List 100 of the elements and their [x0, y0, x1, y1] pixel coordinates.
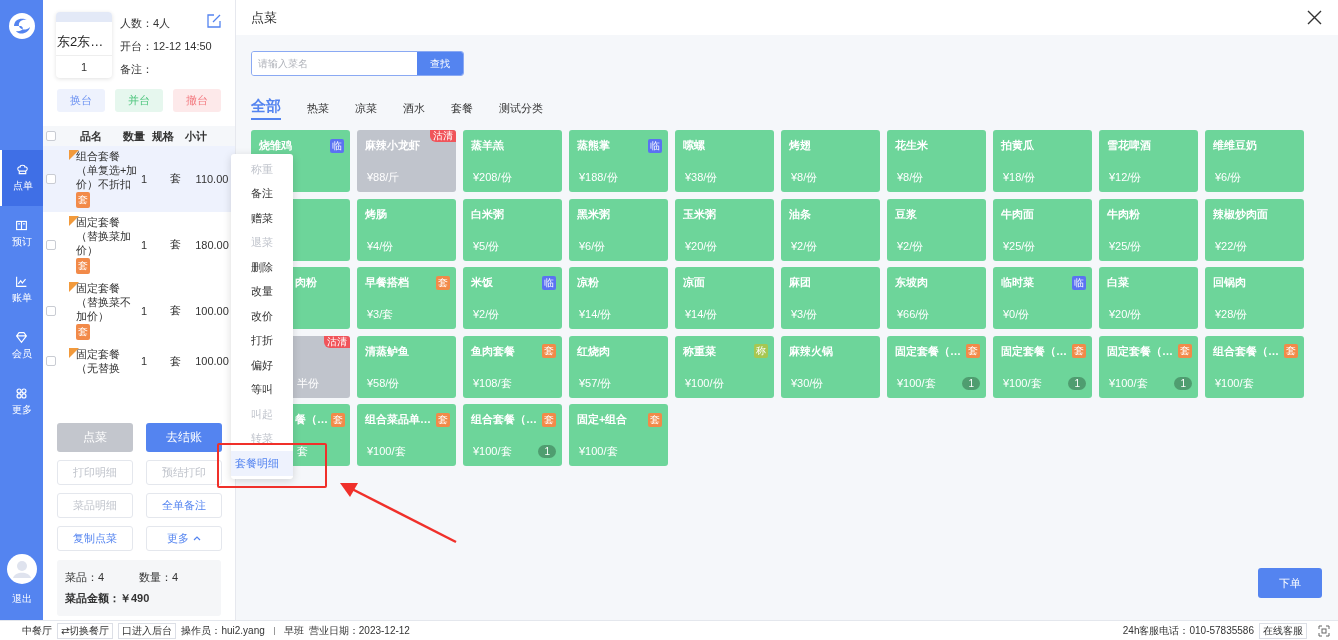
dish-card[interactable]: 蒸熊掌 临 ¥188/份 [569, 130, 668, 192]
close-icon[interactable] [1307, 10, 1322, 25]
dish-card[interactable]: 油条 ¥2/份 [781, 198, 880, 261]
dish-card[interactable]: 组合套餐（… 套 ¥100/套 [1205, 335, 1304, 398]
dish-card[interactable]: 清蒸鲈鱼 ¥58/份 [357, 335, 456, 398]
dish-card[interactable]: 牛肉面 ¥25/份 [993, 198, 1092, 261]
dish-card[interactable]: 维维豆奶 ¥6/份 [1205, 130, 1304, 192]
unit-cell-text: 套 [168, 171, 182, 186]
corner-flag-icon [69, 282, 79, 292]
dish-card[interactable]: 辣椒炒肉面 ¥22/份 [1205, 198, 1304, 261]
dish-card[interactable]: 拍黄瓜 ¥18/份 [993, 130, 1092, 192]
row-checkbox[interactable] [46, 356, 56, 366]
category-tab[interactable]: 酒水 [403, 101, 425, 120]
backend-button[interactable]: 口进入后台 [118, 622, 177, 639]
dish-name: 东坡肉 [895, 275, 928, 290]
dish-price: ¥100/套 [1003, 375, 1042, 391]
dish-card[interactable]: 烤翅 ¥8/份 [781, 130, 880, 192]
dish-card[interactable]: 组合套餐（… 套 ¥100/套 1 [463, 404, 562, 466]
dish-card[interactable]: 回锅肉 ¥28/份 [1205, 267, 1304, 329]
amount-total: 菜品金额：￥490 [65, 591, 151, 606]
nav-item[interactable]: 更多 [0, 374, 43, 430]
dish-card[interactable]: 东坡肉 ¥66/份 [887, 267, 986, 329]
qty-cell-text: 1 [139, 172, 149, 185]
dish-card[interactable]: 花生米 ¥8/份 [887, 130, 986, 192]
dish-card[interactable]: 固定+组合 套 ¥100/套 [569, 404, 668, 466]
table-action-button[interactable]: 并台 [115, 89, 163, 112]
edit-icon[interactable] [207, 14, 221, 28]
dish-price: ¥108/套 [473, 375, 512, 391]
row-checkbox[interactable] [46, 305, 56, 316]
dish-tag: 套 [542, 344, 556, 358]
support-button[interactable]: 在线客服 [1259, 622, 1307, 639]
logout-link[interactable]: 退出 [11, 592, 32, 606]
nav-item[interactable]: 点单 [0, 150, 43, 206]
dish-card[interactable]: 白菜 ¥20/份 [1099, 267, 1198, 329]
category-tab[interactable]: 热菜 [307, 101, 329, 120]
dish-card[interactable]: 豆浆 ¥2/份 [887, 198, 986, 261]
dish-tag: 套 [542, 412, 556, 427]
dish-name: 麻团 [789, 275, 811, 290]
action-button[interactable]: 去结账 [146, 423, 222, 452]
row-checkbox[interactable] [46, 239, 56, 250]
dish-card[interactable]: 称重菜 称 ¥100/份 [675, 335, 774, 398]
dish-card[interactable]: 烤肠 ¥4/份 [357, 198, 456, 261]
dish-name: 组合套餐（单复选+加价）不折扣 [76, 149, 138, 191]
dish-tag: 套 [966, 344, 980, 358]
dish-name: 烧雏鸡 [259, 138, 292, 153]
dish-name: 凉面 [683, 275, 705, 290]
dish-card[interactable]: 嗦螺 ¥38/份 [675, 130, 774, 192]
dish-card[interactable]: 麻辣火锅 ¥30/份 [781, 335, 880, 398]
action-button[interactable]: 更多 [146, 526, 222, 551]
row-checkbox[interactable] [46, 173, 56, 184]
dish-card[interactable]: 凉面 ¥14/份 [675, 267, 774, 329]
dish-name: 烤翅 [789, 138, 811, 153]
dish-price: ¥188/份 [579, 170, 618, 185]
dish-card[interactable]: 固定套餐（… 套 ¥100/套 1 [887, 335, 986, 398]
search-button[interactable]: 查找 [417, 52, 463, 75]
menu-item[interactable]: 套餐明细 [231, 451, 293, 476]
dish-card[interactable]: 凉粉 ¥14/份 [569, 267, 668, 329]
dish-card[interactable]: 白米粥 ¥5/份 [463, 198, 562, 261]
dish-card[interactable]: 早餐搭档 套 ¥3/套 [357, 267, 456, 329]
dish-card[interactable]: 临时菜 临 ¥0/份 [993, 267, 1092, 329]
category-tab[interactable]: 测试分类 [499, 101, 543, 120]
action-button[interactable]: 复制点菜 [57, 526, 133, 551]
dish-name: 蒸熊掌 [577, 138, 610, 153]
dish-card[interactable]: 蒸羊羔 ¥208/份 [463, 130, 562, 192]
unit-cell-text: 套 [168, 303, 182, 318]
nav-item[interactable]: 账单 [0, 262, 43, 318]
dish-name: 白米粥 [471, 206, 504, 222]
fullscreen-icon[interactable] [1318, 624, 1330, 637]
nav-item[interactable]: 会员 [0, 318, 43, 374]
dish-card[interactable]: 鱼肉套餐 套 ¥108/套 [463, 335, 562, 398]
dish-card[interactable]: 玉米粥 ¥20/份 [675, 198, 774, 261]
dish-name: 固定套餐（替换菜不加价） [76, 281, 132, 323]
dish-name: 组合套餐（… [1213, 343, 1279, 359]
dish-card[interactable]: 红烧肉 ¥57/份 [569, 335, 668, 398]
dish-price: ¥100/套 [1109, 375, 1148, 391]
table-action-button[interactable]: 撤台 [173, 89, 221, 112]
dish-card[interactable]: 雪花啤酒 ¥12/份 [1099, 130, 1198, 192]
table-card[interactable]: 东2东… 1 [56, 12, 112, 78]
nav-item[interactable]: 预订 [0, 206, 43, 262]
dish-card[interactable]: 组合菜品单… 套 ¥100/套 [357, 404, 456, 466]
select-all-checkbox[interactable] [46, 131, 56, 141]
dish-card[interactable]: 米饭 临 ¥2/份 [463, 267, 562, 329]
dish-card[interactable]: 麻团 ¥3/份 [781, 267, 880, 329]
category-tab[interactable]: 套餐 [451, 101, 473, 120]
avatar-icon[interactable] [6, 554, 37, 584]
dish-card[interactable]: 固定套餐（… 套 ¥100/套 1 [993, 335, 1092, 398]
category-tab[interactable]: 全部 [251, 97, 281, 120]
dish-price: ¥14/份 [579, 307, 612, 322]
action-button[interactable]: 全单备注 [146, 493, 222, 518]
guest-count: 人数：4人 [120, 16, 172, 31]
switch-restaurant-button[interactable]: ⇄切换餐厅 [57, 622, 114, 639]
dish-card[interactable]: 黑米粥 ¥6/份 [569, 198, 668, 261]
search-field[interactable]: 请输入菜名 查找 [251, 51, 464, 76]
dish-card[interactable]: 牛肉粉 ¥25/份 [1099, 198, 1198, 261]
count-badge: 1 [1068, 376, 1086, 390]
dish-card[interactable]: 固定套餐（… 套 ¥100/套 1 [1099, 335, 1198, 398]
table-action-button[interactable]: 换台 [57, 89, 105, 112]
submit-button[interactable]: 下单 [1258, 568, 1322, 598]
category-tab[interactable]: 凉菜 [355, 101, 377, 120]
dish-tag: 套 [1284, 344, 1298, 358]
